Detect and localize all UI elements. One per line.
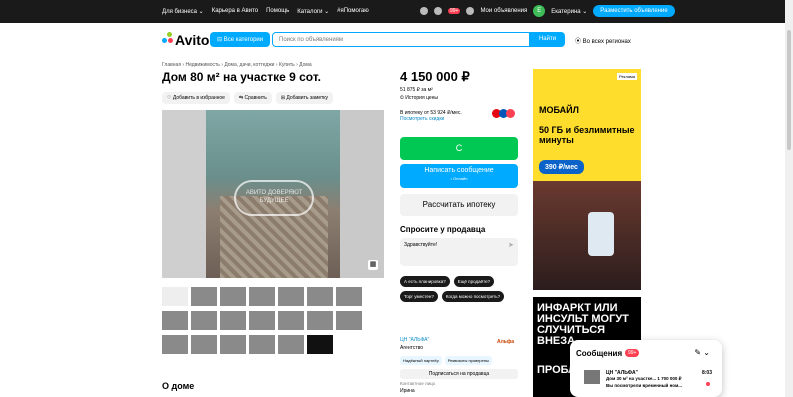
actions: ♡ Добавить в избранное ⇆ Сравнить ⊞ Доба… (162, 92, 334, 104)
seller-type: Агентство (400, 345, 423, 351)
thumbnail[interactable] (162, 287, 188, 306)
ad-headline: 50 ГБ и безлимитные минуты (539, 125, 635, 145)
notif-badge: 99+ (448, 8, 461, 14)
scrollbar[interactable] (785, 0, 793, 397)
search-input[interactable]: Поиск по объявлениям (272, 32, 530, 47)
video-thumbnail[interactable] (307, 335, 333, 354)
watermark: АВИТО ДОВЕРЯЮТ БУДУЩЕЕ (234, 180, 314, 216)
tag: Надёжный партнёр (400, 356, 442, 365)
avatar[interactable]: Е (533, 5, 546, 17)
post-ad-button[interactable]: Разместить объявление (593, 5, 675, 17)
add-note-button[interactable]: ⊞ Добавить заметку (275, 92, 334, 104)
thumbnail[interactable] (220, 311, 246, 330)
thumbnail[interactable] (278, 287, 304, 306)
ad-label: Реклама (616, 73, 637, 80)
ask-seller-heading: Спросите у продавца (400, 225, 486, 234)
thumbnail[interactable] (307, 311, 333, 330)
thumbnails (162, 287, 384, 359)
chip[interactable]: А есть планировка? (400, 276, 450, 287)
gallery-icon[interactable]: ▦ (368, 260, 378, 270)
breadcrumb[interactable]: Главная › Недвижимость › Дома, дачи, кот… (162, 62, 312, 68)
all-categories-button[interactable]: ⊟ Все категории (210, 32, 271, 47)
my-ads-link[interactable]: Мои объявления (480, 8, 527, 14)
topbar-link[interactable]: Для бизнеса ⌄ (162, 8, 204, 15)
thumbnail[interactable] (249, 335, 275, 354)
cart-icon[interactable] (466, 7, 475, 15)
about-heading: О доме (162, 381, 195, 391)
thumbnail[interactable] (191, 335, 217, 354)
price: 4 150 000 ₽ (400, 69, 470, 84)
chat-time: 8:03 (701, 370, 712, 376)
thumbnail[interactable] (336, 311, 362, 330)
price-per-meter: 51 875 ₽ за м² (400, 87, 433, 93)
add-favorite-button[interactable]: ♡ Добавить в избранное (162, 92, 230, 104)
heart-icon[interactable] (420, 7, 428, 15)
topbar-link[interactable]: Каталоги ⌄ (297, 8, 329, 15)
ad-brand: МОБАЙЛ (539, 105, 579, 115)
messages-controls[interactable]: ✎ ⌄ (694, 348, 710, 357)
subscribe-button[interactable]: Подписаться на продавца (400, 369, 518, 379)
price-history-link[interactable]: ⏲ История цены (400, 95, 438, 101)
chat-line-2: Вы посмотрели временный ном... (606, 383, 683, 388)
write-message-button[interactable]: Написать сообщение • Онлайн (400, 164, 518, 188)
quick-questions: А есть планировка? Ещё продаёте? Торг ум… (400, 276, 522, 302)
user-menu[interactable]: Екатерина ⌄ (551, 8, 587, 15)
seller-logo[interactable]: Альфа (497, 339, 515, 349)
topbar-link[interactable]: #яПомогаю (337, 8, 369, 15)
thumbnail[interactable] (220, 287, 246, 306)
ad-banner[interactable]: Реклама МОБАЙЛ 50 ГБ и безлимитные минут… (533, 69, 641, 290)
chat-line-1: Дом 30 м² на участке... 1 700 000 ₽ (606, 376, 682, 381)
thumbnail[interactable] (191, 311, 217, 330)
thumbnail[interactable] (162, 335, 188, 354)
chip[interactable]: Торг уместен? (400, 291, 438, 302)
topbar-link[interactable]: Помощь (266, 8, 289, 15)
tag: Реквизиты проверены (444, 356, 492, 365)
chat-thumbnail (584, 370, 600, 384)
thumbnail[interactable] (278, 335, 304, 354)
compare-button[interactable]: ⇆ Сравнить (233, 92, 272, 104)
seller-tags: Надёжный партнёр Реквизиты проверены (400, 356, 492, 365)
find-button[interactable]: Найти (530, 32, 565, 47)
contact-label: Контактное лицо (400, 381, 436, 386)
calc-mortgage-button[interactable]: Рассчитать ипотеку (400, 194, 518, 216)
ad-price: 390 ₽/мес (539, 160, 584, 174)
bank-icons (492, 109, 515, 118)
logo-icon (162, 32, 174, 44)
discounts-link[interactable]: Посмотреть скидки (400, 116, 444, 122)
messages-badge: 99+ (625, 349, 640, 357)
send-icon[interactable]: ➤ (508, 241, 514, 249)
main-photo[interactable]: АВИТО ДОВЕРЯЮТ БУДУЩЕЕ ▦ (162, 110, 384, 278)
unread-dot (706, 382, 710, 386)
chip[interactable]: Когда можно посмотреть? (441, 291, 505, 302)
logo[interactable]: Avito (175, 32, 209, 48)
phone-icon (588, 212, 614, 256)
region-selector[interactable]: ⦿ Во всех регионах (575, 36, 631, 45)
topbar: Для бизнеса ⌄ Карьера в Авито Помощь Катало… (0, 0, 793, 23)
bell-icon[interactable] (434, 7, 442, 15)
thumbnail[interactable] (220, 335, 246, 354)
thumbnail[interactable] (307, 287, 333, 306)
topbar-link[interactable]: Карьера в Авито (212, 8, 258, 15)
ask-input[interactable]: Здравствуйте! (400, 238, 518, 266)
chip[interactable]: Ещё продаёте? (453, 276, 495, 287)
thumbnail[interactable] (249, 287, 275, 306)
page-title: Дом 80 м² на участке 9 сот. (162, 70, 321, 84)
seller-name[interactable]: ЦН "АЛЬФА" (400, 337, 429, 343)
thumbnail[interactable] (336, 287, 362, 306)
thumbnail[interactable] (278, 311, 304, 330)
thumbnail[interactable] (162, 311, 188, 330)
messages-title: Сообщения (576, 349, 623, 358)
messages-panel[interactable]: Сообщения 99+ ✎ ⌄ ЦН "АЛЬФА" Дом 30 м² н… (570, 340, 722, 397)
thumbnail[interactable] (249, 311, 275, 330)
contact-name: Ирина (400, 388, 415, 394)
call-button[interactable]: С (400, 137, 518, 160)
thumbnail[interactable] (191, 287, 217, 306)
